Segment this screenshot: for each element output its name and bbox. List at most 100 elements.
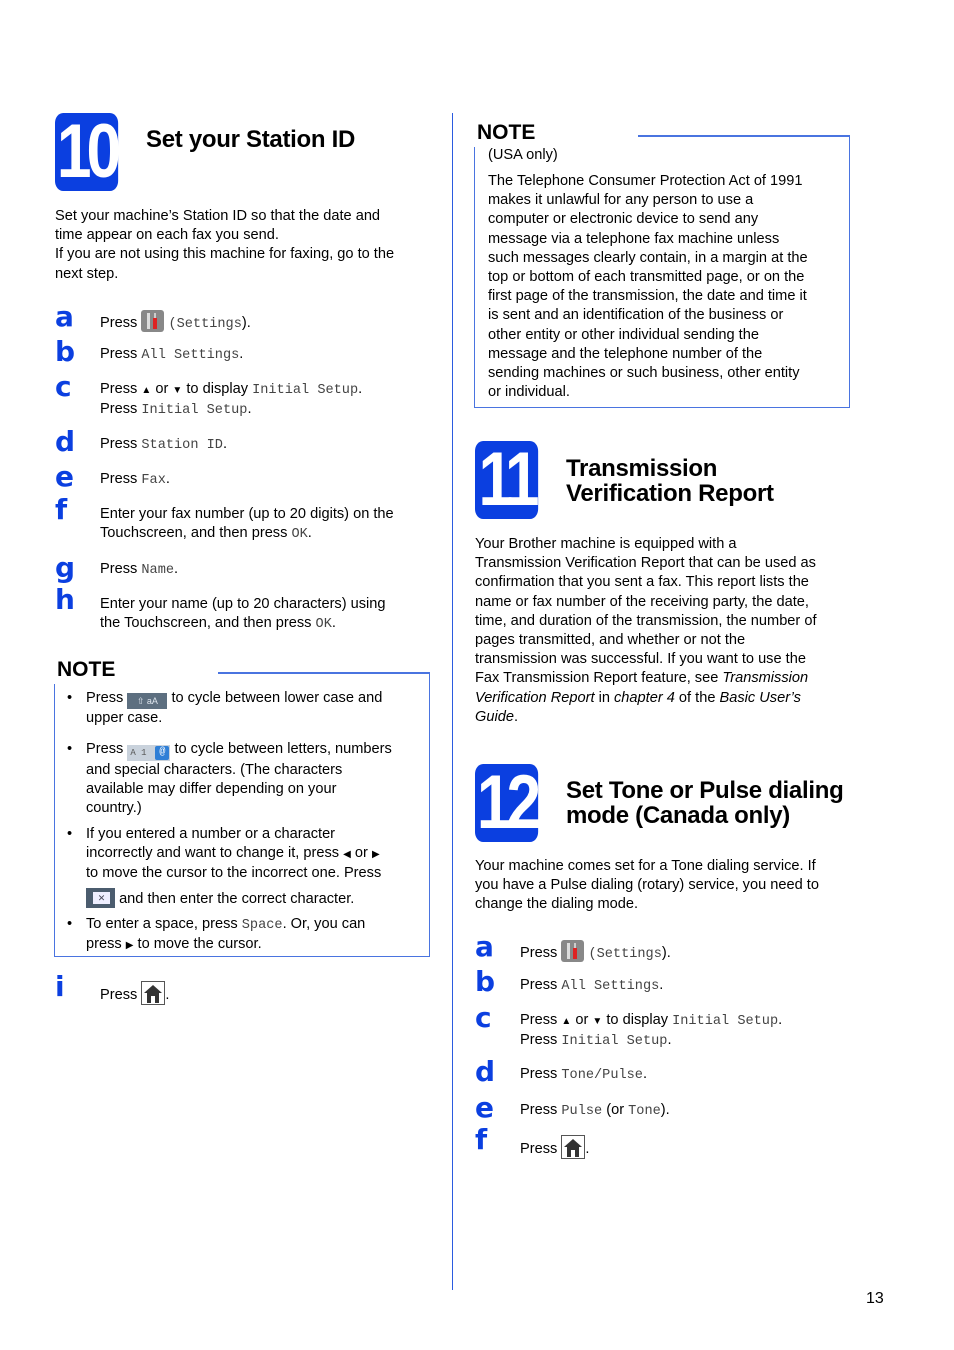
bullet: •	[67, 690, 73, 706]
text: Your Brother machine is equipped with a	[475, 536, 737, 552]
text: Press	[100, 346, 138, 362]
text: .	[513, 708, 519, 725]
step-10c-text: Press ▲ or ▼ to display Initial Setup. P…	[100, 380, 362, 420]
text: or individual.	[488, 384, 570, 401]
at-sign-icon: @	[155, 746, 170, 760]
text: Press	[520, 1141, 558, 1157]
usa-note-body: The Telephone Consumer Protection Act of…	[488, 172, 808, 402]
text: .	[307, 525, 312, 542]
code-ok: OK	[291, 527, 308, 543]
text: the Touchscreen, and then press	[100, 615, 312, 632]
intro-line: time appear on each fax you send.	[55, 227, 279, 244]
text: Press	[520, 1012, 558, 1028]
right-arrow-icon: ▶	[371, 849, 380, 861]
text: upper case.	[86, 710, 163, 726]
text: to display	[606, 1012, 669, 1028]
text-italic: Transmission	[722, 670, 809, 687]
intro-line: next step.	[55, 265, 119, 282]
step-letter-e: e	[475, 1091, 494, 1124]
step-12-badge: 12	[475, 760, 541, 845]
text: Your machine comes set for a Tone dialin…	[475, 858, 816, 874]
text-italic: Verification Report	[475, 689, 595, 706]
text: in	[598, 689, 610, 706]
text: country.)	[86, 800, 142, 817]
step-10d-text: Press Station ID.	[100, 435, 227, 455]
usa-note-subtitle: (USA only)	[488, 147, 558, 163]
text: .	[247, 401, 252, 418]
code-initial-setup: Initial Setup	[141, 403, 248, 419]
step-letter-a: a	[55, 300, 74, 333]
code-space: Space	[241, 918, 283, 933]
code-station-id: Station ID	[141, 438, 223, 453]
text: .	[659, 977, 664, 993]
code-tone: Tone	[628, 1104, 661, 1119]
up-arrow-icon: ▲	[141, 385, 152, 396]
text: sending machines or such business, other…	[488, 365, 800, 382]
text: .	[239, 346, 244, 362]
step-letter-f: f	[475, 1123, 488, 1156]
text: to display	[186, 381, 249, 397]
text: you have a Pulse dialing (rotary) servic…	[475, 877, 819, 894]
text: .	[358, 381, 363, 397]
intro-line: Set your machine’s Station ID so that th…	[55, 208, 381, 224]
step-12e-text: Press Pulse (or Tone).	[520, 1101, 670, 1121]
step-letter-d: d	[475, 1055, 496, 1088]
text: change the dialing mode.	[475, 896, 639, 913]
text: press	[86, 936, 122, 953]
text: time, and duration of the transmission, …	[475, 612, 817, 629]
step-letter-b: b	[55, 335, 76, 368]
text: To enter a space, press	[86, 916, 238, 932]
text: .	[165, 987, 170, 1003]
text: . Or, you can	[282, 916, 366, 932]
text: .	[642, 1066, 648, 1082]
step-10-intro: Set your machine’s Station ID so that th…	[55, 207, 394, 284]
note-bullet-space: • To enter a space, press Space. Or, you…	[67, 915, 422, 955]
step-letter-i: i	[55, 970, 65, 1003]
text: incorrectly and want to change it, press	[86, 845, 340, 862]
text: message and the telephone number of the	[488, 345, 763, 362]
bullet: •	[67, 741, 73, 757]
step-letter-a: a	[475, 930, 494, 963]
text: Press	[100, 471, 138, 487]
code-all-settings: All Settings	[141, 348, 240, 363]
code-ok: OK	[315, 617, 332, 633]
text: name or fax number of the receiving part…	[475, 593, 809, 610]
step-10i-text: Press .	[100, 981, 169, 1005]
code-name: Name	[141, 563, 175, 578]
settings-icon	[141, 310, 165, 332]
note-gap	[474, 135, 476, 147]
step-10g-text: Press Name.	[100, 560, 178, 580]
step-10f-text: Enter your fax number (up to 20 digits) …	[100, 505, 394, 544]
step-12c-text: Press ▲ or ▼ to display Initial Setup. P…	[520, 1011, 782, 1051]
code-settings: (Settings	[168, 317, 242, 332]
text: Press	[86, 741, 124, 757]
title-line: mode (Canada only)	[566, 802, 790, 829]
step-11-body: Your Brother machine is equipped with a …	[475, 535, 817, 727]
note-bullet-mode: • Press A 1 @ to cycle between letters, n…	[67, 740, 422, 819]
text: (or	[606, 1102, 625, 1118]
text: Press	[100, 436, 138, 452]
text: pages transmitted, and whether or not th…	[475, 632, 746, 649]
text: .	[585, 1141, 590, 1157]
title-line: Set Tone or Pulse dialing	[566, 777, 844, 804]
step-letter-h: h	[55, 583, 75, 616]
step-12f-text: Press .	[520, 1135, 589, 1159]
text: .	[778, 1012, 783, 1028]
text: Press	[520, 977, 558, 993]
text: and special characters. (The characters	[86, 762, 343, 778]
step-12-intro: Your machine comes set for a Tone dialin…	[475, 857, 819, 915]
character-mode-key-icon: A 1 @	[127, 745, 171, 761]
text: transmission was successful. If you want…	[475, 651, 806, 668]
text: Press	[520, 1102, 558, 1118]
text: and then enter the correct character.	[119, 890, 355, 907]
step-letter-c: c	[475, 1001, 492, 1034]
text: or	[354, 845, 368, 862]
page-number: 13	[866, 1290, 884, 1307]
code-initial-setup: Initial Setup	[672, 1014, 779, 1029]
text: Press	[100, 381, 138, 397]
text: Enter your fax number (up to 20 digits) …	[100, 506, 394, 522]
step-10h-text: Enter your name (up to 20 characters) us…	[100, 595, 386, 634]
text: Press	[520, 1066, 558, 1082]
code-fax: Fax	[141, 473, 166, 488]
step-10a-text: Press (Settings).	[100, 310, 251, 334]
